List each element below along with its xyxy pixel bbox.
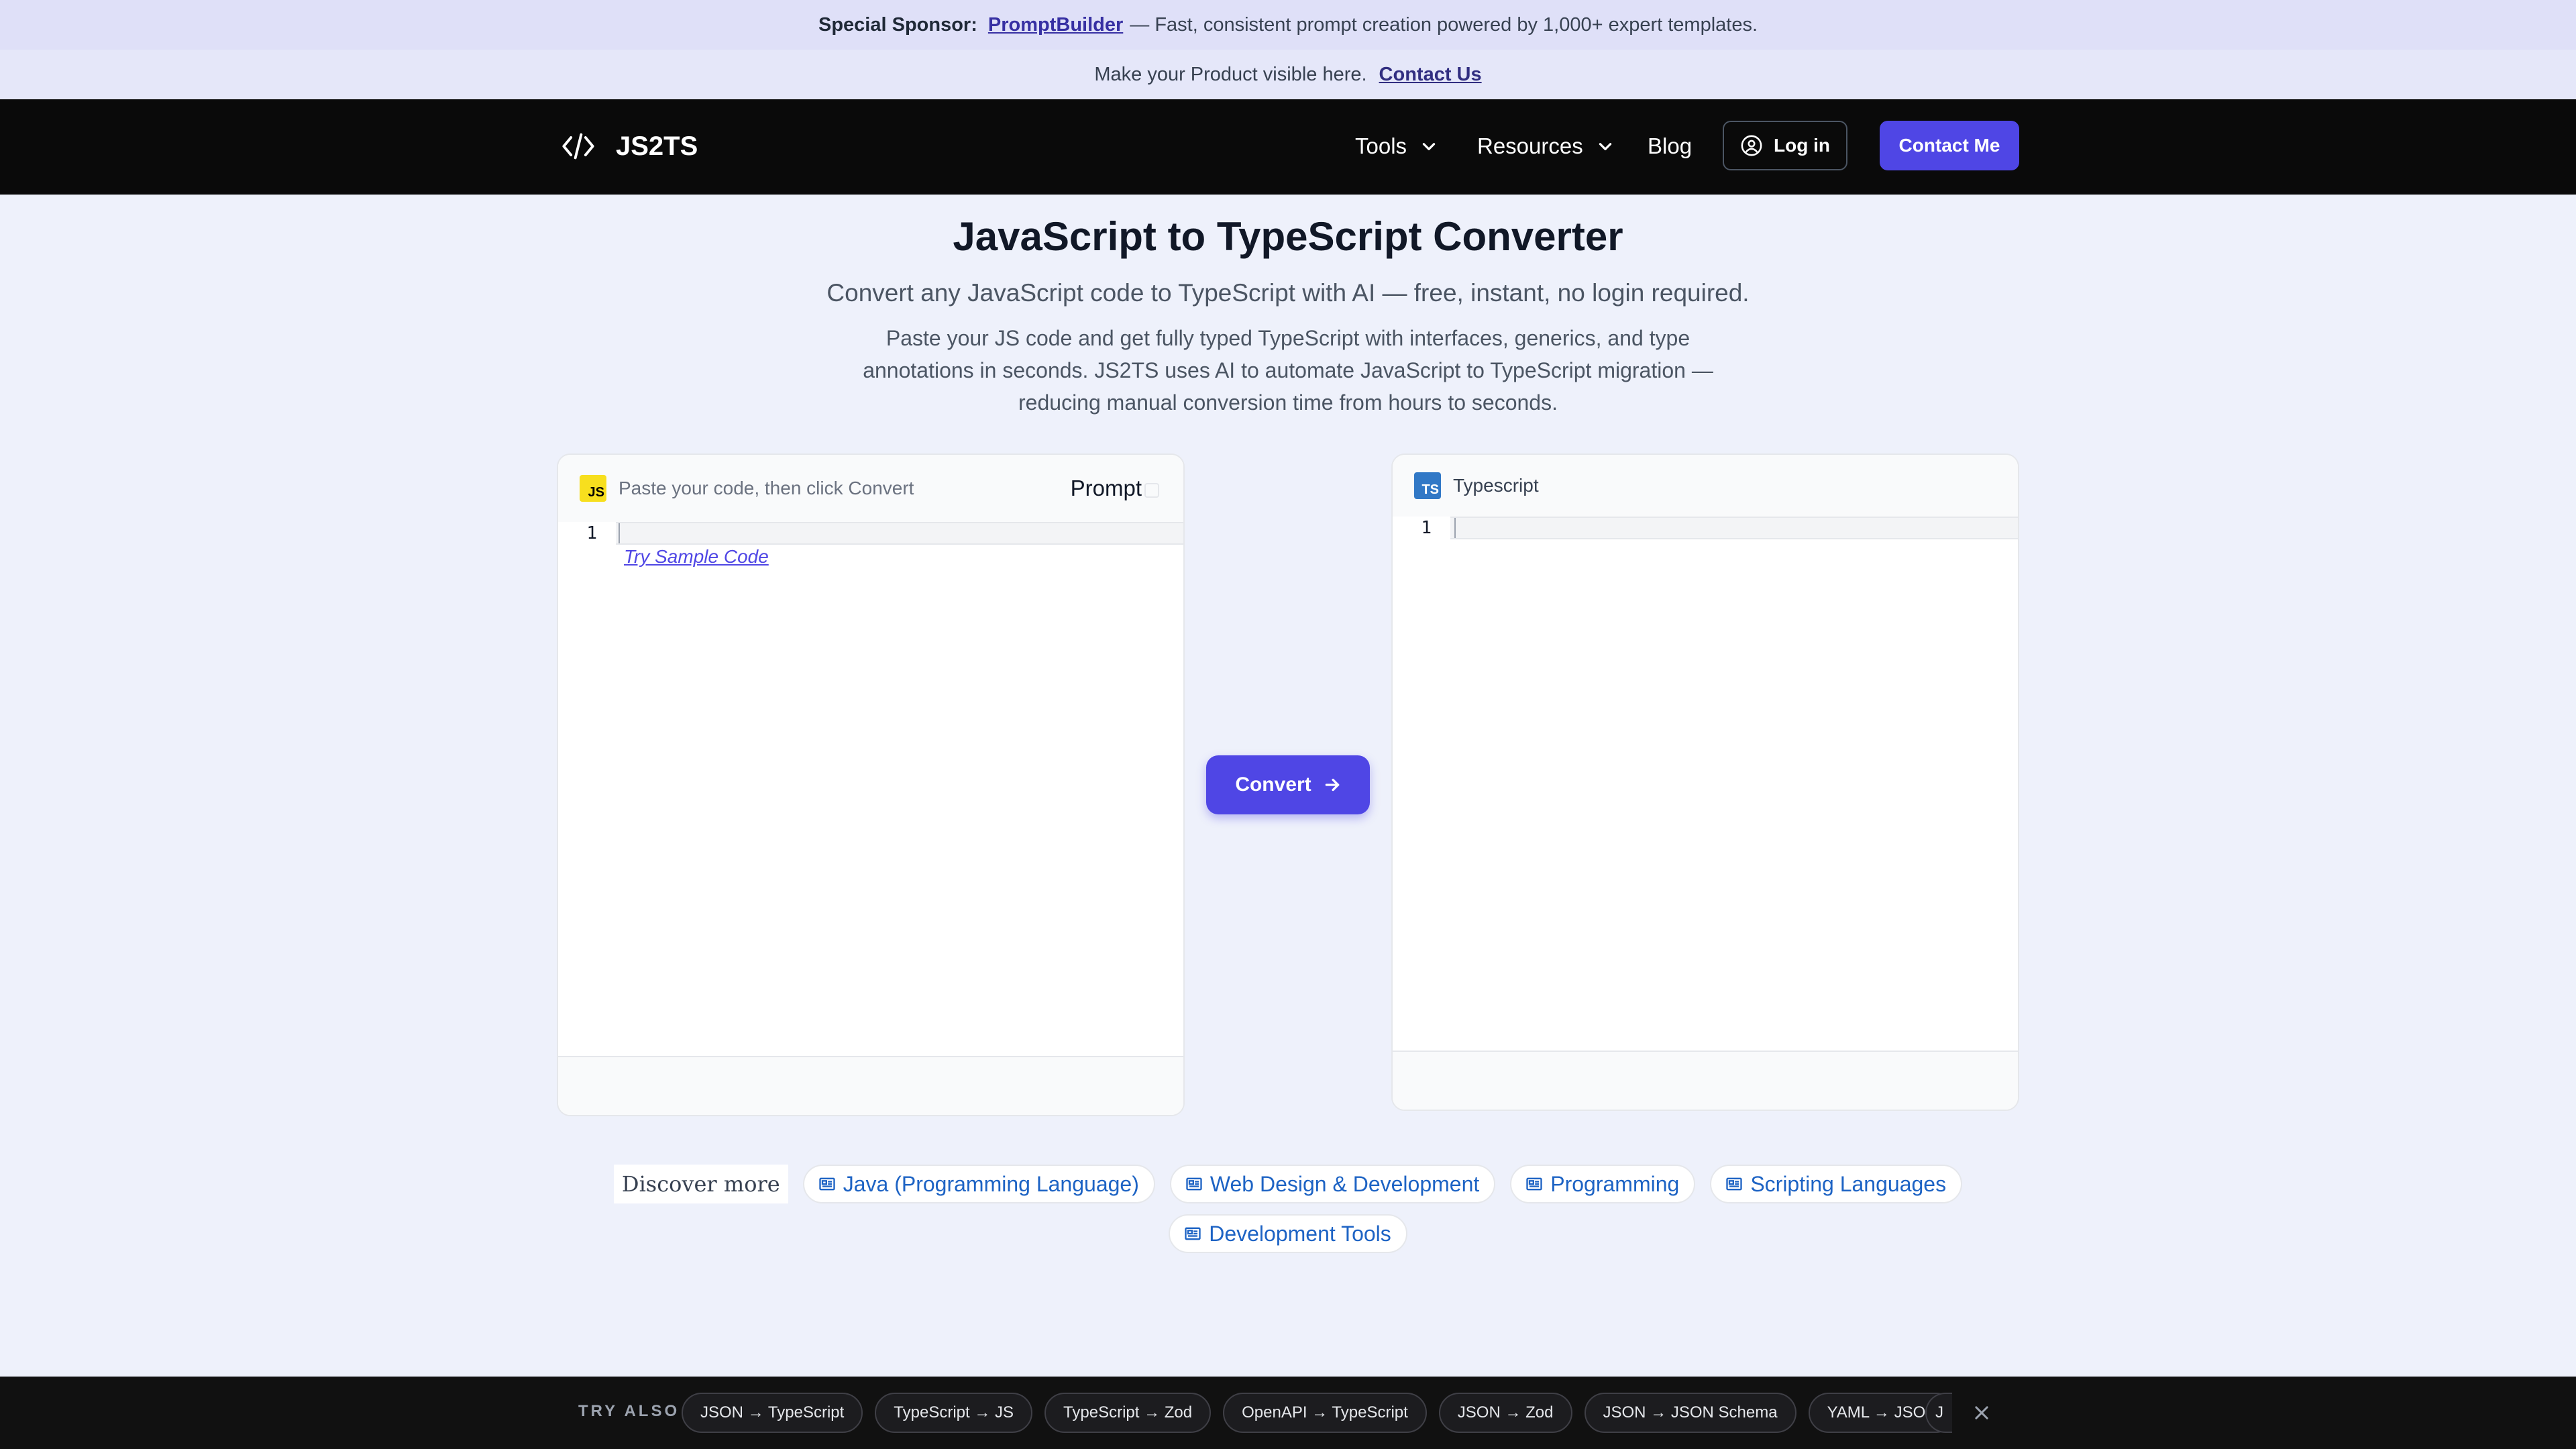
nav-tools-label: Tools <box>1355 133 1407 158</box>
chevron-down-icon <box>1599 143 1611 150</box>
article-icon <box>819 1177 835 1191</box>
page-subtitle: Convert any JavaScript code to TypeScrip… <box>826 279 1750 307</box>
typescript-code-editor[interactable]: 1 <box>1393 517 2018 1042</box>
sponsor-text: — Fast, consistent prompt creation power… <box>1130 13 1758 36</box>
text-cursor <box>1454 518 1456 538</box>
close-icon[interactable] <box>1972 1403 1991 1422</box>
try-also-chip[interactable]: TypeScript → JS <box>875 1393 1033 1433</box>
javascript-code-editor[interactable]: 1 Try Sample Code <box>558 522 1183 1049</box>
discover-chip[interactable]: Development Tools <box>1169 1214 1407 1253</box>
sponsor-link[interactable]: PromptBuilder <box>988 14 1123 36</box>
discover-chip-label: Web Design & Development <box>1210 1171 1480 1196</box>
nav-blog[interactable]: Blog <box>1648 129 1692 164</box>
page-description: Paste your JS code and get fully typed T… <box>852 322 1724 419</box>
output-panel-title: Typescript <box>1453 475 1539 496</box>
try-also-chip[interactable]: JSON → TypeScript <box>682 1393 863 1433</box>
output-panel-header: TS Typescript <box>1393 455 2018 517</box>
arrow-right-icon <box>1325 778 1339 792</box>
sponsor-banner: Special Sponsor: PromptBuilder — Fast, c… <box>0 0 2576 50</box>
output-panel-footer <box>1393 1051 2018 1110</box>
brand-logo[interactable]: JS2TS <box>561 129 698 164</box>
brand-name: JS2TS <box>616 131 698 161</box>
discover-chip[interactable]: Java (Programming Language) <box>802 1165 1155 1203</box>
discover-chip[interactable]: Programming <box>1510 1165 1696 1203</box>
try-also-chip[interactable]: JSON → JSON Schema <box>1584 1393 1796 1433</box>
active-line <box>1450 517 2018 539</box>
nav-resources[interactable]: Resources <box>1477 129 1614 164</box>
promo-banner: Make your Product visible here. Contact … <box>0 50 2576 99</box>
code-icon <box>562 133 594 160</box>
discover-chip-label: Programming <box>1550 1171 1680 1196</box>
discover-chip-label: Java (Programming Language) <box>843 1171 1139 1196</box>
try-also-chip[interactable]: JSON → Zod <box>1438 1393 1572 1433</box>
nav-blog-label: Blog <box>1648 133 1693 158</box>
user-circle-icon <box>1741 135 1762 156</box>
prompt-toggle[interactable]: Prompt <box>1071 470 1142 507</box>
discover-more-label: Discover more <box>613 1165 788 1203</box>
input-placeholder: Paste your code, then click Convert <box>619 478 914 498</box>
top-nav: JS2TS Tools Resources Blog Log in Contac… <box>0 99 2576 195</box>
input-panel-header: JS Paste your code, then click Convert P… <box>558 455 1183 522</box>
nav-tools[interactable]: Tools <box>1355 129 1438 164</box>
page-title: JavaScript to TypeScript Converter <box>953 214 1623 259</box>
text-cursor <box>619 523 620 543</box>
line-number: 1 <box>586 523 597 543</box>
sponsor-label: Special Sponsor: <box>818 13 977 36</box>
discover-chip[interactable]: Web Design & Development <box>1169 1165 1496 1203</box>
try-sample-code-link[interactable]: Try Sample Code <box>624 546 769 568</box>
try-also-list: JSON → TypeScript TypeScript → JS TypeSc… <box>682 1393 1949 1433</box>
typescript-icon: TS <box>1414 472 1441 499</box>
try-also-chip[interactable]: OpenAPI → TypeScript <box>1223 1393 1427 1433</box>
typescript-output-panel: TS Typescript 1 <box>1391 453 2019 1111</box>
login-label: Log in <box>1774 135 1830 156</box>
promo-contact-link[interactable]: Contact Us <box>1379 64 1482 86</box>
line-number: 1 <box>1421 518 1432 538</box>
prompt-checkbox[interactable] <box>1144 483 1159 498</box>
discover-chip-label: Scripting Languages <box>1750 1171 1947 1196</box>
javascript-icon: JS <box>580 475 606 502</box>
chevron-down-icon <box>1422 143 1436 150</box>
javascript-input-panel: JS Paste your code, then click Convert P… <box>557 453 1185 1116</box>
active-line <box>616 522 1183 545</box>
article-icon <box>1526 1177 1542 1191</box>
description-line: Paste your JS code and get fully typed T… <box>885 326 1690 350</box>
description-line: reducing manual conversion time from hou… <box>1018 390 1558 415</box>
discover-more-row: Development Tools <box>0 1214 2576 1253</box>
input-panel-footer <box>558 1056 1183 1115</box>
promo-text: Make your Product visible here. <box>1094 63 1367 85</box>
convert-button[interactable]: Convert <box>1206 755 1370 814</box>
description-line: annotations in seconds. JS2TS uses AI to… <box>863 358 1713 382</box>
discover-chip-label: Development Tools <box>1209 1221 1391 1246</box>
nav-resources-label: Resources <box>1477 133 1583 158</box>
discover-chip[interactable]: Scripting Languages <box>1710 1165 1963 1203</box>
convert-label: Convert <box>1235 773 1311 796</box>
try-also-chip[interactable]: TypeScript → Zod <box>1044 1393 1212 1433</box>
article-icon <box>1185 1227 1201 1240</box>
login-button[interactable]: Log in <box>1723 121 1847 170</box>
try-also-bar: TRY ALSO JSON → TypeScript TypeScript → … <box>0 1377 2576 1449</box>
article-icon <box>1186 1177 1202 1191</box>
contact-me-button[interactable]: Contact Me <box>1880 121 2019 170</box>
article-icon <box>1726 1177 1742 1191</box>
discover-more-row: Discover more Java (Programming Language… <box>0 1165 2576 1203</box>
try-also-label: TRY ALSO <box>578 1402 680 1420</box>
